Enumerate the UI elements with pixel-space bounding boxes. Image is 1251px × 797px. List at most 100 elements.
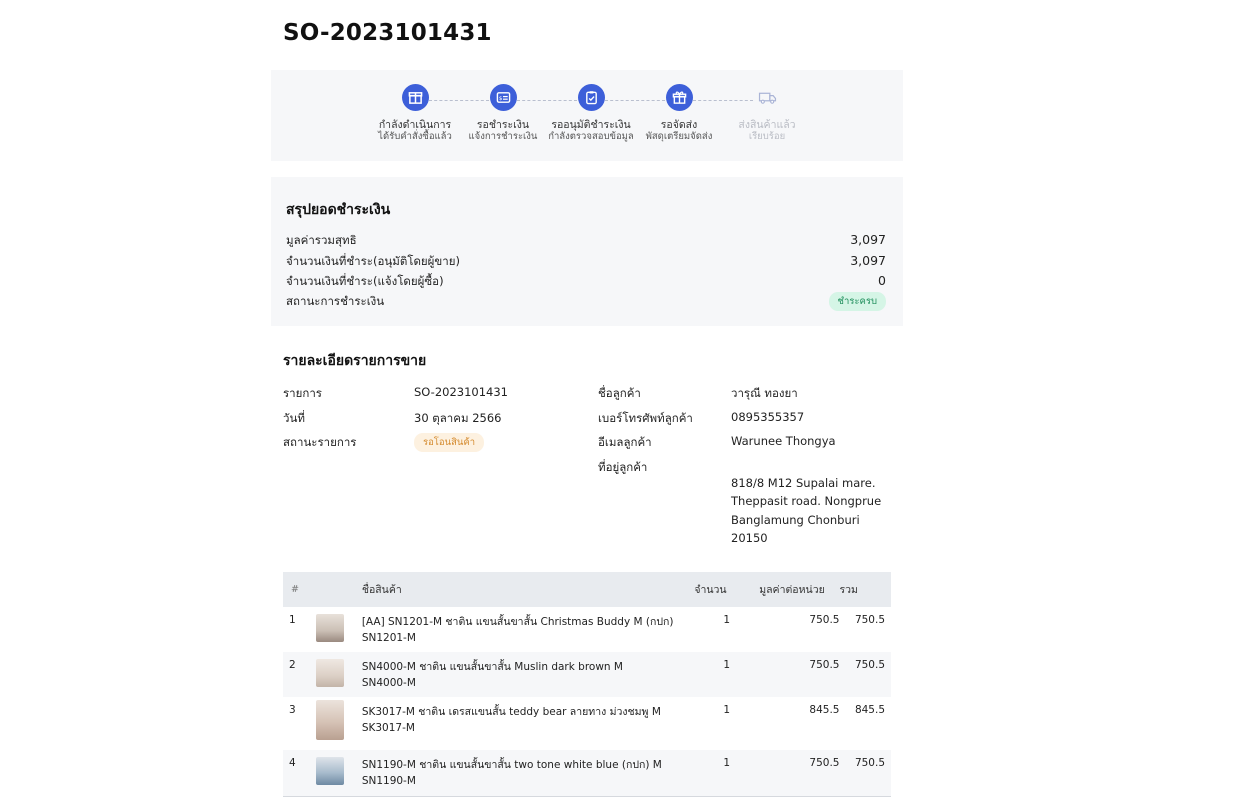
- row-total: 750.5: [839, 652, 891, 697]
- step-processing: กำลังดำเนินการ ได้รับคำสั่งซื้อแล้ว: [365, 84, 465, 142]
- step-sublabel: แจ้งการชำระเงิน: [468, 131, 538, 142]
- product-cell: [AA] SN1201-M ชาติน แขนสั้นขาสั้น Christ…: [362, 607, 695, 652]
- items-table: # ชื่อสินค้า จำนวน มูลค่าต่อหน่วย รวม 1 …: [283, 572, 891, 797]
- step-sublabel: เรียบร้อย: [748, 131, 786, 142]
- row-total: 845.5: [854, 704, 885, 716]
- payment-card-icon: $: [489, 84, 517, 111]
- summary-row-payment-status: สถานะการชำระเงิน ชำระครบ: [286, 292, 886, 311]
- column-header-name: ชื่อสินค้า: [361, 572, 695, 607]
- truck-icon: [754, 84, 781, 111]
- summary-title: สรุปยอดชำระเงิน: [286, 202, 391, 218]
- detail-label: วันที่: [283, 411, 305, 425]
- row-unit-price: 750.5: [759, 652, 840, 697]
- product-sku: SN1201-M: [361, 632, 416, 644]
- customer-address-value: 818/8 M12 Supalai mare. Theppasit road. …: [731, 476, 882, 545]
- product-thumbnail: [316, 697, 361, 750]
- row-unit-price: 845.5: [809, 704, 840, 716]
- product-cell: SK3017-M ชาติน เดรสแขนสั้น teddy bear ลา…: [362, 697, 695, 750]
- column-header-unit-price: มูลค่าต่อหน่วย: [759, 572, 840, 607]
- status-badge: รอโอนสินค้า: [414, 433, 485, 452]
- product-name: SK3017-M ชาติน เดรสแขนสั้น teddy bear ลา…: [361, 706, 661, 718]
- summary-value: 3,097: [850, 232, 886, 247]
- customer-phone-value: 0895355357: [731, 410, 805, 424]
- step-awaiting-payment: $ รอชำระเงิน แจ้งการชำระเงิน: [453, 84, 553, 142]
- gift-box-icon: [665, 84, 693, 111]
- order-date-value: 30 ตุลาคม 2566: [414, 411, 502, 425]
- step-shipped: ส่งสินค้าแล้ว เรียบร้อย: [717, 84, 817, 142]
- step-label: รอจัดส่ง: [660, 119, 698, 131]
- clipboard-check-icon: [577, 84, 605, 111]
- row-unit-price: 750.5: [759, 750, 840, 796]
- summary-label: จำนวนเงินที่ชำระ(อนุมัติโดยผู้ขาย): [286, 254, 460, 268]
- step-sublabel: กำลังตรวจสอบข้อมูล: [548, 131, 634, 142]
- summary-label: มูลค่ารวมสุทธิ: [286, 233, 357, 247]
- row-index: 2: [283, 652, 317, 697]
- row-unit-price: 750.5: [809, 614, 840, 626]
- product-cell: SN1190-M ชาติน แขนสั้นขาสั้น two tone wh…: [361, 750, 695, 796]
- product-cell: SN4000-M ชาติน แขนสั้นขาสั้น Muslin dark…: [361, 652, 695, 697]
- column-header-image: [316, 572, 362, 607]
- table-row[interactable]: 2 SN4000-M ชาติน แขนสั้นขาสั้น Muslin da…: [283, 652, 891, 697]
- details-title: รายละเอียดรายการขาย: [283, 353, 427, 369]
- column-header-qty: จำนวน: [694, 572, 760, 607]
- row-qty: 1: [723, 704, 731, 716]
- step-sublabel: ได้รับคำสั่งซื้อแล้ว: [378, 131, 452, 142]
- customer-email-value: Warunee Thongya: [731, 434, 836, 448]
- table-row[interactable]: 1 [AA] SN1201-M ชาติน แขนสั้นขาสั้น Chri…: [283, 607, 891, 652]
- status-badge: ชำระครบ: [828, 292, 886, 311]
- detail-label: ชื่อลูกค้า: [598, 386, 641, 400]
- step-payment-approval: รออนุมัติชำระเงิน กำลังตรวจสอบข้อมูล: [541, 84, 641, 142]
- row-index: 4: [283, 750, 317, 796]
- summary-row-net-total: มูลค่ารวมสุทธิ 3,097: [286, 232, 886, 250]
- table-header-row: # ชื่อสินค้า จำนวน มูลค่าต่อหน่วย รวม: [283, 572, 891, 607]
- product-image: [316, 659, 345, 687]
- row-index: 3: [289, 704, 296, 716]
- product-image: [316, 700, 345, 740]
- box-icon: [401, 84, 429, 111]
- step-label: รอชำระเงิน: [476, 119, 530, 131]
- product-image: [316, 757, 345, 785]
- product-image: [316, 614, 345, 642]
- table-row[interactable]: 3 SK3017-M ชาติน เดรสแขนสั้น teddy bear …: [283, 697, 891, 750]
- svg-text:$: $: [498, 96, 502, 102]
- row-qty: 1: [694, 750, 760, 796]
- order-number-value: SO-2023101431: [414, 385, 508, 399]
- product-thumbnail: [316, 607, 361, 652]
- step-sublabel: พัสดุเตรียมจัดส่ง: [645, 131, 713, 142]
- row-total: 750.5: [854, 614, 885, 626]
- order-status-stepper: กำลังดำเนินการ ได้รับคำสั่งซื้อแล้ว $ รอ…: [271, 70, 903, 161]
- summary-value: 0: [878, 273, 886, 288]
- payment-summary-card: สรุปยอดชำระเงิน มูลค่ารวมสุทธิ 3,097 จำน…: [271, 177, 903, 326]
- column-header-total: รวม: [839, 572, 891, 607]
- customer-name-value: วารุณี ทองยา: [731, 386, 798, 400]
- row-qty: 1: [694, 652, 760, 697]
- product-sku: SK3017-M: [361, 722, 415, 734]
- detail-label: เบอร์โทรศัพท์ลูกค้า: [598, 411, 693, 425]
- summary-row-paid-reported: จำนวนเงินที่ชำระ(แจ้งโดยผู้ซื้อ) 0: [286, 273, 886, 291]
- detail-label: รายการ: [283, 386, 322, 400]
- step-label: รออนุมัติชำระเงิน: [551, 119, 631, 131]
- row-qty: 1: [723, 614, 731, 626]
- product-name: SN1190-M ชาติน แขนสั้นขาสั้น two tone wh…: [361, 759, 662, 771]
- summary-value: 3,097: [850, 253, 886, 268]
- table-row[interactable]: 4 SN1190-M ชาติน แขนสั้นขาสั้น two tone …: [283, 750, 891, 796]
- row-index: 1: [289, 614, 296, 626]
- product-thumbnail: [316, 750, 362, 796]
- step-label: ส่งสินค้าแล้ว: [738, 119, 796, 131]
- product-sku: SN4000-M: [361, 677, 416, 689]
- page-title: SO-2023101431: [283, 20, 492, 46]
- step-awaiting-shipment: รอจัดส่ง พัสดุเตรียมจัดส่ง: [629, 84, 729, 142]
- summary-label: สถานะการชำระเงิน: [286, 294, 385, 308]
- summary-row-paid-approved: จำนวนเงินที่ชำระ(อนุมัติโดยผู้ขาย) 3,097: [286, 253, 886, 271]
- step-label: กำลังดำเนินการ: [378, 119, 452, 131]
- detail-label: ที่อยู่ลูกค้า: [598, 460, 648, 474]
- product-name: SN4000-M ชาติน แขนสั้นขาสั้น Muslin dark…: [361, 661, 623, 673]
- detail-label: สถานะรายการ: [283, 435, 357, 449]
- product-thumbnail: [316, 652, 362, 697]
- summary-label: จำนวนเงินที่ชำระ(แจ้งโดยผู้ซื้อ): [286, 274, 444, 288]
- product-sku: SN1190-M: [361, 775, 416, 787]
- column-header-index: #: [283, 572, 317, 607]
- product-name: [AA] SN1201-M ชาติน แขนสั้นขาสั้น Christ…: [361, 616, 674, 628]
- row-total: 750.5: [839, 750, 891, 796]
- detail-label: อีเมลลูกค้า: [598, 435, 652, 449]
